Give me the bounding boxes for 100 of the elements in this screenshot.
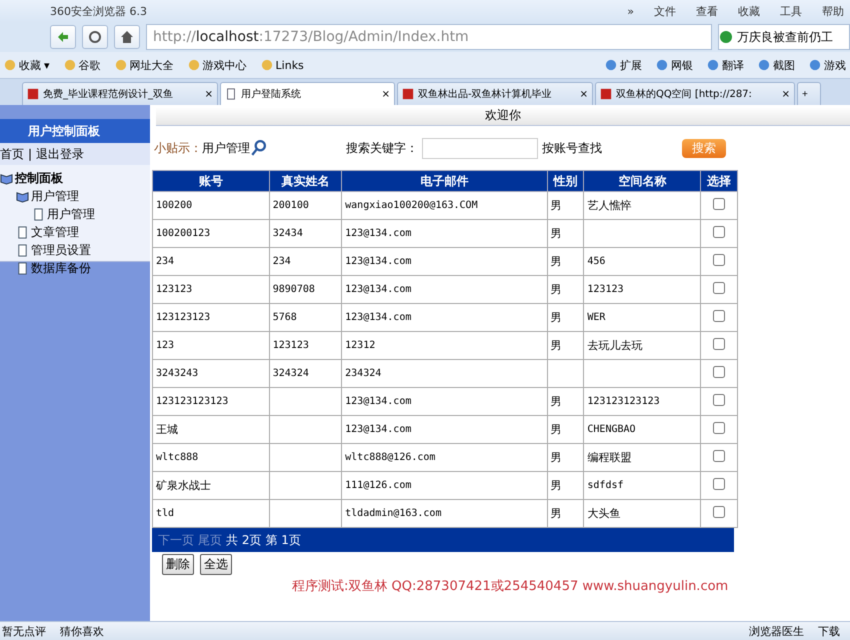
toolbar-item[interactable]: 网银 xyxy=(656,58,693,72)
status-item[interactable]: 下载 xyxy=(818,624,840,638)
table-cell: 123 xyxy=(152,332,270,360)
table-cell: 矿泉水战士 xyxy=(152,472,270,500)
table-cell: 234 xyxy=(152,248,270,276)
menu-item[interactable]: 文件 xyxy=(648,4,682,18)
bookmark[interactable]: 谷歌 xyxy=(64,58,101,72)
row-checkbox[interactable] xyxy=(713,394,726,406)
row-checkbox[interactable] xyxy=(713,310,726,322)
toolbar-item[interactable]: 截图 xyxy=(758,58,795,72)
row-checkbox[interactable] xyxy=(713,506,726,518)
table-cell: 100200123 xyxy=(152,220,270,248)
table-cell: 艺人憔悴 xyxy=(584,192,701,220)
bookmark[interactable]: 游戏中心 xyxy=(188,58,247,72)
table-cell: 去玩儿去玩 xyxy=(584,332,701,360)
credit-text: 程序测试:双鱼林 QQ:287307421或254540457 www.shuangyulin.com xyxy=(292,578,730,595)
row-checkbox[interactable] xyxy=(713,422,726,434)
tree-item[interactable]: 用户管理 xyxy=(47,206,95,222)
browser-tab[interactable]: 免费_毕业课程范例设计_双鱼 × xyxy=(22,82,218,105)
caret-icon: ▾ xyxy=(44,58,50,72)
table-cell: 9890708 xyxy=(269,276,342,304)
document-icon xyxy=(16,262,29,274)
toolbar-item[interactable]: 游戏 xyxy=(809,58,846,72)
bookmark[interactable]: Links xyxy=(260,58,304,72)
search-hint: 按账号查找 xyxy=(542,140,602,156)
bookmark[interactable]: 网址大全 xyxy=(114,58,174,72)
browser-tab[interactable]: 双鱼林出品-双鱼林计算机毕业 × xyxy=(397,82,593,105)
menu-item[interactable]: 收藏 xyxy=(732,4,766,18)
menu-item[interactable]: » xyxy=(621,4,640,18)
table-cell: 123123123123 xyxy=(584,388,701,416)
table-cell: wltc888 xyxy=(152,444,270,472)
address-field[interactable]: http://localhost:17273/Blog/Admin/Index.htm xyxy=(146,24,712,50)
status-item[interactable]: 浏览器医生 xyxy=(749,624,804,638)
row-checkbox[interactable] xyxy=(713,226,726,238)
table-cell: 123123 xyxy=(584,276,701,304)
browser-tab[interactable]: 双鱼林的QQ空间 [http://287: × xyxy=(595,82,795,105)
table-cell: 456 xyxy=(584,248,701,276)
close-icon[interactable]: × xyxy=(782,88,790,100)
table-cell: 123123123 xyxy=(152,304,270,332)
search-label: 搜索关键字： xyxy=(346,140,418,156)
row-checkbox[interactable] xyxy=(713,366,726,378)
row-checkbox[interactable] xyxy=(713,478,726,490)
toolbar-item[interactable]: 扩展 xyxy=(605,58,642,72)
table-cell: 123@134.com xyxy=(342,220,548,248)
table-cell: WER xyxy=(584,304,701,332)
table-cell: 123@134.com xyxy=(342,416,548,444)
new-tab-button[interactable]: + xyxy=(797,82,821,105)
table-cell: 100200 xyxy=(152,192,270,220)
table-cell: 12312 xyxy=(342,332,548,360)
row-checkbox[interactable] xyxy=(713,450,726,462)
table-cell: 男 xyxy=(547,472,584,500)
close-icon[interactable]: × xyxy=(204,88,213,100)
refresh-button[interactable] xyxy=(82,25,108,49)
row-checkbox[interactable] xyxy=(713,198,726,210)
row-checkbox[interactable] xyxy=(713,282,726,294)
table-cell: 男 xyxy=(547,332,584,360)
tip-text: 用户管理 xyxy=(202,140,250,156)
tree-item[interactable]: 数据库备份 xyxy=(31,260,91,276)
table-cell: 111@126.com xyxy=(342,472,548,500)
next-page-link[interactable]: 下一页 xyxy=(158,532,194,548)
table-cell: wangxiao100200@163.COM xyxy=(342,192,548,220)
close-icon[interactable]: × xyxy=(382,88,390,100)
table-cell: 男 xyxy=(547,276,584,304)
close-icon[interactable]: × xyxy=(580,88,588,100)
bookmark[interactable]: 收藏 ▾ xyxy=(4,58,50,72)
tree-item[interactable]: 用户管理 xyxy=(31,188,79,204)
tree-item[interactable]: 控制面板 xyxy=(15,170,63,186)
table-cell: 200100 xyxy=(269,192,342,220)
row-checkbox[interactable] xyxy=(713,338,726,350)
menu-item[interactable]: 帮助 xyxy=(816,4,850,18)
action-button[interactable]: 全选 xyxy=(200,554,232,575)
status-item[interactable]: 猜你喜欢 xyxy=(60,624,104,638)
logout-link[interactable]: 退出登录 xyxy=(36,146,84,162)
separator: | xyxy=(28,147,32,161)
status-item[interactable]: 暂无点评 xyxy=(2,624,46,638)
keyword-field[interactable] xyxy=(422,138,538,158)
tree-item[interactable]: 文章管理 xyxy=(31,224,79,240)
table-cell: 3243243 xyxy=(152,360,270,388)
table-cell: 男 xyxy=(547,416,584,444)
row-checkbox[interactable] xyxy=(713,254,726,266)
menu-item[interactable]: 查看 xyxy=(690,4,724,18)
home-button[interactable] xyxy=(114,25,140,49)
welcome-text: 欢迎你 xyxy=(485,107,521,124)
home-link[interactable]: 首页 xyxy=(0,146,24,162)
tree-item[interactable]: 管理员设置 xyxy=(31,242,91,258)
last-page-link[interactable]: 尾页 xyxy=(198,532,222,548)
search-field[interactable]: 万庆良被查前仍工 xyxy=(718,24,850,50)
window-title: 360安全浏览器 6.3 xyxy=(50,4,148,18)
table-cell: 王城 xyxy=(152,416,270,444)
action-button[interactable]: 删除 xyxy=(162,554,194,575)
table-cell: wltc888@126.com xyxy=(342,444,548,472)
browser-tab[interactable]: 用户登陆系统 × xyxy=(220,82,395,105)
column-header: 真实姓名 xyxy=(269,170,342,192)
tab-icon xyxy=(600,88,612,100)
table-cell: 男 xyxy=(547,304,584,332)
table-cell: 5768 xyxy=(269,304,342,332)
toolbar-item[interactable]: 翻译 xyxy=(707,58,744,72)
menu-item[interactable]: 工具 xyxy=(774,4,808,18)
back-button[interactable] xyxy=(50,25,76,49)
table-cell xyxy=(547,360,584,388)
